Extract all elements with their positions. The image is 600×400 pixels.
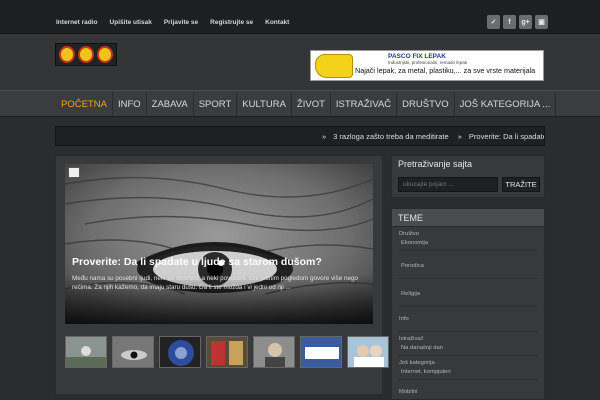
topic-group: Društvo Ekonomija [398, 227, 538, 251]
topic-group: Info [398, 307, 538, 332]
topic-link[interactable]: Mobilni [399, 389, 538, 395]
bottom-panel [55, 395, 383, 400]
nav-item-drustvo[interactable]: DRUŠTVO [397, 92, 455, 116]
ad-subtitle: Industrijski, profesionalni, remado lepa… [388, 60, 468, 65]
ad-banner[interactable]: PASCO FIX LEPAK Industrijski, profesiona… [310, 50, 544, 81]
site-logo[interactable] [55, 43, 117, 66]
youtube-icon[interactable]: ▣ [535, 15, 548, 29]
search-button[interactable]: TRAŽITE [502, 177, 540, 192]
thumbnail[interactable] [65, 336, 107, 368]
top-link-contact[interactable]: Kontakt [265, 19, 289, 26]
topic-link[interactable]: Još kategorija [399, 360, 538, 366]
search-input[interactable] [398, 177, 498, 192]
ticker-item[interactable]: Proverite: Da li spadate u [469, 132, 544, 141]
topic-group: Još kategorija Internet, kompjuteri [398, 356, 538, 380]
topic-link[interactable]: Ekonomija [401, 240, 538, 246]
slide-excerpt: Među nama su posebni ljudi, neki su otvo… [72, 275, 358, 291]
social-icons: ✓ f g+ ▣ [487, 15, 548, 29]
topic-group: Istraživač Na današnji dan [398, 332, 538, 356]
top-bar: Internet radio Upišite utisak Prijavite … [0, 0, 600, 34]
topic-group: Religija [398, 279, 538, 307]
twitter-icon[interactable]: ✓ [487, 15, 500, 29]
top-link-register[interactable]: Registrujte se [210, 19, 253, 26]
topic-group: Porodica [398, 251, 538, 279]
topic-link[interactable]: Porodica [401, 263, 538, 269]
facebook-icon[interactable]: f [503, 15, 516, 29]
thumbnail[interactable] [300, 336, 342, 368]
thumbnail[interactable] [347, 336, 389, 368]
top-link-radio[interactable]: Internet radio [56, 19, 98, 26]
nav-item-pocetna[interactable]: POČETNA [56, 92, 113, 116]
topic-group: Mobilni [398, 380, 538, 400]
gallery-icon [68, 167, 80, 178]
site-header: PASCO FIX LEPAK Industrijski, profesiona… [0, 34, 600, 90]
nav-item-istrazivac[interactable]: ISTRAŽIVAČ [331, 92, 398, 116]
slide-caption: Proverite: Da li spadate u ljude sa star… [65, 256, 373, 324]
nav-item-zabava[interactable]: ZABAVA [147, 92, 194, 116]
slide-title[interactable]: Proverite: Da li spadate u ljude sa star… [72, 256, 322, 268]
google-plus-icon[interactable]: g+ [519, 15, 532, 29]
topic-link[interactable]: Društvo [399, 231, 538, 237]
logo-eye-icon [96, 46, 113, 63]
thumbnail[interactable] [112, 336, 154, 368]
search-widget: Pretraživanje sajta TRAŽITE [391, 155, 545, 198]
featured-slider: Proverite: Da li spadate u ljude sa star… [55, 155, 389, 395]
topics-title: TEME [392, 209, 544, 227]
ticker-item[interactable]: 3 razloga zašto treba da meditirate [333, 132, 448, 141]
main-nav: POČETNA INFO ZABAVA SPORT KULTURA ŽIVOT … [0, 90, 600, 117]
ticker-arrow-icon: » [322, 132, 327, 141]
top-link-utisak[interactable]: Upišite utisak [110, 19, 152, 26]
nav-item-sport[interactable]: SPORT [194, 92, 238, 116]
nav-item-kultura[interactable]: KULTURA [237, 92, 292, 116]
top-link-login[interactable]: Prijavite se [164, 19, 198, 26]
slide-thumbnails [65, 336, 389, 368]
topics-widget: TEME Društvo Ekonomija Porodica Religija… [391, 208, 545, 400]
topic-link[interactable]: Istraživač [399, 336, 538, 342]
logo-eye-icon [77, 46, 94, 63]
pointing-hand-icon [315, 54, 353, 78]
search-widget-title: Pretraživanje sajta [398, 159, 473, 169]
ad-text: Najači lepak, za metal, plastiku,... za … [355, 66, 536, 75]
topic-link[interactable]: Religija [401, 291, 538, 297]
thumbnail[interactable] [253, 336, 295, 368]
nav-item-zivot[interactable]: ŽIVOT [292, 92, 331, 116]
thumbnail[interactable] [159, 336, 201, 368]
top-links: Internet radio Upišite utisak Prijavite … [56, 19, 289, 26]
logo-eye-icon [59, 46, 76, 63]
ticker-arrow-icon: » [457, 132, 462, 141]
news-ticker: » 3 razloga zašto treba da meditirate » Pr… [55, 126, 545, 146]
nav-item-info[interactable]: INFO [113, 92, 147, 116]
thumbnail[interactable] [206, 336, 248, 368]
topic-link[interactable]: Info [399, 316, 538, 322]
ad-title: PASCO FIX LEPAK [388, 53, 446, 60]
nav-item-more[interactable]: JOŠ KATEGORIJA ... [455, 92, 557, 116]
topic-link[interactable]: Na današnji dan [401, 345, 538, 351]
topic-link[interactable]: Internet, kompjuteri [401, 369, 538, 375]
